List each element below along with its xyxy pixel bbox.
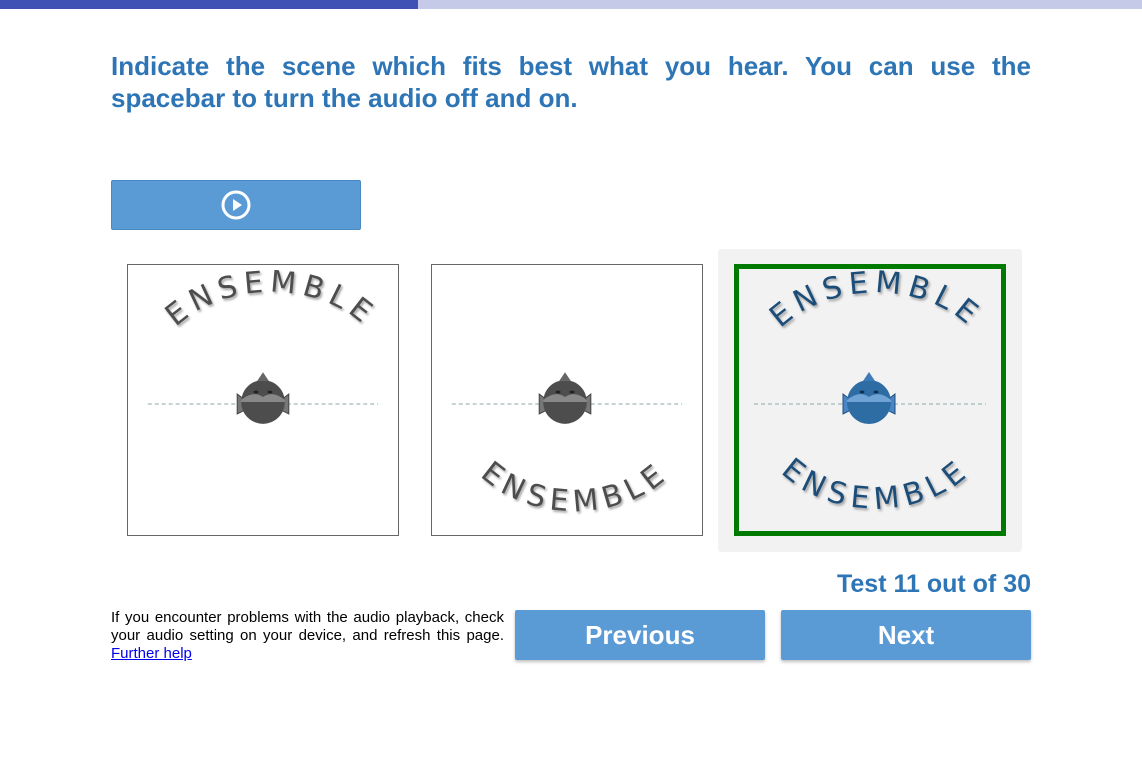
previous-button[interactable]: Previous <box>515 610 765 660</box>
scene-option-front[interactable]: ENSEMBLE <box>127 264 399 536</box>
scene-front-and-back-illustration: ENSEMBLE ENSEMBLE <box>754 269 989 518</box>
play-audio-button[interactable] <box>111 180 361 230</box>
instruction-text: Indicate the scene which fits best what … <box>111 51 1031 113</box>
scene-word-back: ENSEMBLE <box>474 455 675 520</box>
play-circle-icon <box>221 190 251 220</box>
listener-head-icon <box>538 372 592 424</box>
scene-back-illustration: ENSEMBLE <box>451 372 683 520</box>
progress-bar <box>0 0 1142 9</box>
next-button[interactable]: Next <box>781 610 1031 660</box>
progress-bar-fill <box>0 0 418 9</box>
scene-word-back: ENSEMBLE <box>775 452 977 518</box>
test-counter: Test 11 out of 30 <box>836 570 1031 598</box>
scene-word-front: ENSEMBLE <box>159 265 383 333</box>
listener-head-icon <box>842 372 896 424</box>
scene-option-back[interactable]: ENSEMBLE <box>431 264 703 536</box>
further-help-link[interactable]: Further help <box>111 645 192 662</box>
help-message: If you encounter problems with the audio… <box>111 609 504 644</box>
listener-head-icon <box>236 372 290 424</box>
scene-front-illustration: ENSEMBLE <box>147 265 383 424</box>
help-text: If you encounter problems with the audio… <box>111 609 504 663</box>
scene-option-front-and-back[interactable]: ENSEMBLE ENSEMBLE <box>734 264 1006 536</box>
scene-word-front: ENSEMBLE <box>763 269 989 335</box>
